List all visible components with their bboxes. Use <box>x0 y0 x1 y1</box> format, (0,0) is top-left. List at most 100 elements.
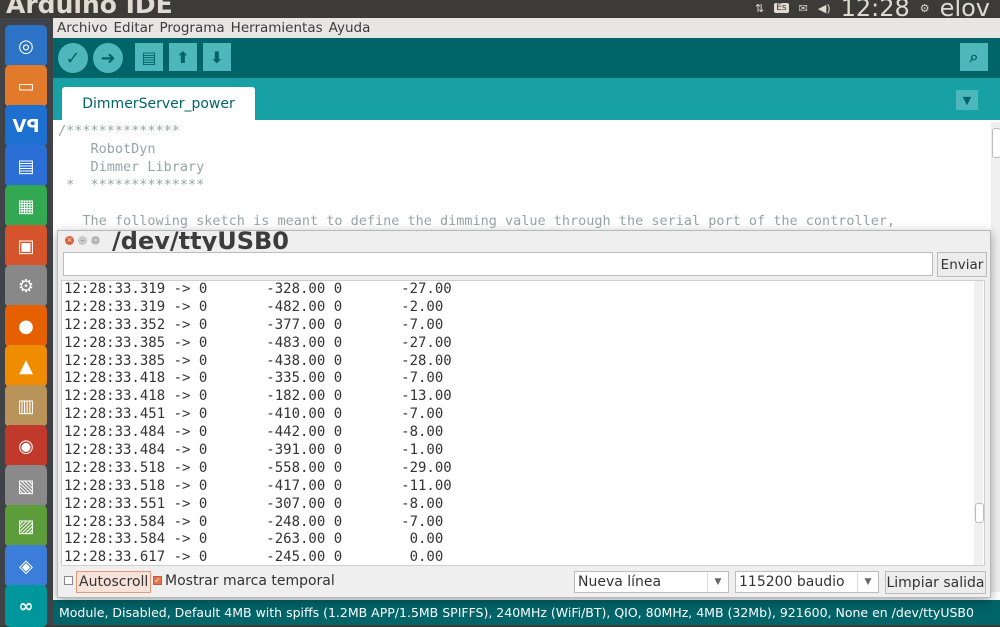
minimize-icon[interactable]: – <box>78 236 87 245</box>
serial-line: 12:28:33.385 -> 0 -438.00 0 -28.00 <box>64 352 452 369</box>
serial-line: 12:28:33.418 -> 0 -182.00 0 -13.00 <box>64 388 452 405</box>
serial-line: 12:28:33.484 -> 0 -442.00 0 -8.00 <box>64 424 444 441</box>
libreoffice-calc-icon[interactable]: ▦ <box>5 185 47 227</box>
mail-icon[interactable]: ✉ <box>799 2 808 15</box>
menu-bar: Archivo Editar Programa Herramientas Ayu… <box>53 18 1000 38</box>
tab-dimmerserver-power[interactable]: DimmerServer_power <box>62 87 255 120</box>
serial-output-lines: 12:28:33.319 -> 0 -328.00 0 -27.00 12:28:… <box>64 281 452 566</box>
menu-programa[interactable]: Programa <box>159 20 224 36</box>
serial-line: 12:28:33.584 -> 0 -248.00 0 -7.00 <box>64 513 444 530</box>
magnifier-icon: ⌕ <box>969 47 979 66</box>
serial-line: 12:28:33.518 -> 0 -558.00 0 -29.00 <box>64 459 452 476</box>
serial-monitor-titlebar[interactable]: × – □ /dev/ttyUSB0 <box>58 231 990 251</box>
serial-line: 12:28:33.418 -> 0 -335.00 0 -7.00 <box>64 370 444 387</box>
autoscroll-checkbox[interactable] <box>64 576 73 585</box>
maximize-icon[interactable]: □ <box>91 236 100 245</box>
editor-scrollbar-thumb[interactable] <box>992 128 1000 158</box>
serial-line: 12:28:33.551 -> 0 -307.00 0 -8.00 <box>64 495 444 512</box>
chevron-down-icon: ▼ <box>857 572 878 592</box>
tab-menu-button[interactable]: ▼ <box>956 90 978 110</box>
libreoffice-impress-icon[interactable]: ▣ <box>5 225 47 267</box>
files-icon[interactable]: ▭ <box>5 65 47 107</box>
close-icon[interactable]: × <box>65 236 74 245</box>
serial-input[interactable] <box>63 252 933 276</box>
serial-monitor-footer: Autoscroll ✓ Mostrar marca temporal Nuev… <box>58 568 990 596</box>
layers-app-icon[interactable]: ◈ <box>5 545 47 587</box>
tabs-bar: DimmerServer_power ▼ <box>53 78 1000 120</box>
serial-line: 12:28:33.617 -> 0 -245.00 0 0.00 <box>64 549 444 566</box>
arduino-icon[interactable]: ∞ <box>5 585 47 627</box>
code-line: /************** <box>58 123 180 139</box>
new-button[interactable]: ▤ <box>135 43 163 71</box>
serial-monitor-window: × – □ /dev/ttyUSB0 Enviar 12:28:33.319 -… <box>57 230 991 598</box>
archive-manager-icon[interactable]: ▥ <box>5 385 47 427</box>
volume-icon[interactable]: ◀) <box>818 2 831 15</box>
serial-scrollbar[interactable] <box>974 281 984 565</box>
clock[interactable]: 12:28 <box>841 0 910 18</box>
arrow-down-icon: ⬇ <box>210 47 224 67</box>
serial-output: 12:28:33.319 -> 0 -328.00 0 -27.00 12:28:… <box>61 280 985 566</box>
code-line: The following sketch is meant to define … <box>58 213 896 229</box>
launcher: ◎ ▭ Vꟼ ▤ ▦ ▣ ⚙ ● ▲ ▥ ◉ ▧ ▨ ◈ ∞ <box>0 18 53 627</box>
upload-button[interactable]: ➜ <box>93 43 123 73</box>
ubuntu-dash-icon[interactable]: ◎ <box>5 25 47 67</box>
serial-line: 12:28:33.584 -> 0 -263.00 0 0.00 <box>64 531 444 548</box>
clear-output-button[interactable]: Limpiar salida <box>885 571 986 594</box>
editor-scrollbar[interactable] <box>991 122 1000 592</box>
serial-line: 12:28:33.518 -> 0 -417.00 0 -11.00 <box>64 477 452 494</box>
timestamp-label[interactable]: Mostrar marca temporal <box>165 573 335 589</box>
arrow-right-icon: ➜ <box>100 47 116 69</box>
serial-monitor-button[interactable]: ⌕ <box>960 43 988 71</box>
menu-ayuda[interactable]: Ayuda <box>329 20 371 36</box>
photos-icon[interactable]: ▨ <box>5 505 47 547</box>
code-text[interactable]: /************** RobotDyn Dimmer Library … <box>58 122 895 230</box>
board-config-text: Module, Disabled, Default 4MB with spiff… <box>59 605 974 620</box>
chevron-down-icon: ▼ <box>707 572 728 592</box>
settings-gear-icon[interactable]: ⚙ <box>920 2 930 15</box>
line-ending-select[interactable]: Nueva línea ▼ <box>574 571 729 593</box>
arrow-up-icon: ⬆ <box>176 47 190 67</box>
code-line: Dimmer Library <box>58 159 205 175</box>
new-file-icon: ▤ <box>141 47 157 67</box>
serial-line: 12:28:33.451 -> 0 -410.00 0 -7.00 <box>64 406 444 423</box>
serial-line: 12:28:33.385 -> 0 -483.00 0 -27.00 <box>64 334 452 351</box>
open-button[interactable]: ⬆ <box>169 43 197 71</box>
timestamp-checkbox[interactable]: ✓ <box>153 576 162 585</box>
window-title: Arduino IDE <box>6 0 173 18</box>
verify-button[interactable]: ✓ <box>58 43 88 73</box>
menu-herramientas[interactable]: Herramientas <box>231 20 323 36</box>
menu-editar[interactable]: Editar <box>113 20 153 36</box>
serial-line: 12:28:33.484 -> 0 -391.00 0 -1.00 <box>64 442 444 459</box>
vlc-icon[interactable]: ▲ <box>5 345 47 387</box>
menu-archivo[interactable]: Archivo <box>57 20 107 36</box>
user-name[interactable]: elov <box>940 0 990 18</box>
vnc-viewer-icon[interactable]: Vꟼ <box>5 105 47 147</box>
baud-rate-value: 115200 baudio <box>739 574 845 590</box>
autoscroll-label-box[interactable]: Autoscroll <box>76 571 152 593</box>
system-tray: ⇅ Es ✉ ◀) 12:28 ⚙ elov <box>755 0 990 18</box>
system-settings-icon[interactable]: ⚙ <box>5 265 47 307</box>
serial-scrollbar-thumb[interactable] <box>975 503 984 523</box>
chevron-down-icon: ▼ <box>962 93 972 107</box>
libreoffice-writer-icon[interactable]: ▤ <box>5 145 47 187</box>
keyboard-layout-indicator[interactable]: Es <box>774 3 789 13</box>
disk-utility-icon[interactable]: ◉ <box>5 425 47 467</box>
serial-line: 12:28:33.319 -> 0 -482.00 0 -2.00 <box>64 298 444 315</box>
toolbar: ✓ ➜ ▤ ⬆ ⬇ ⌕ <box>53 38 1000 78</box>
baud-rate-select[interactable]: 115200 baudio ▼ <box>735 571 879 593</box>
autoscroll-label: Autoscroll <box>79 574 149 590</box>
firefox-icon[interactable]: ● <box>5 305 47 347</box>
serial-line: 12:28:33.352 -> 0 -377.00 0 -7.00 <box>64 316 444 333</box>
code-line: * ************** <box>58 177 205 193</box>
code-line: RobotDyn <box>58 141 156 157</box>
send-button[interactable]: Enviar <box>937 252 987 277</box>
status-bar: Module, Disabled, Default 4MB with spiff… <box>53 600 1000 625</box>
serial-monitor-title: /dev/ttyUSB0 <box>112 231 289 251</box>
image-editor-icon[interactable]: ▧ <box>5 465 47 507</box>
system-top-bar: Arduino IDE ⇅ Es ✉ ◀) 12:28 ⚙ elov <box>0 0 1000 18</box>
save-button[interactable]: ⬇ <box>203 43 231 71</box>
serial-line: 12:28:33.319 -> 0 -328.00 0 -27.00 <box>64 281 452 297</box>
checkmark-icon: ✓ <box>65 47 81 69</box>
network-icon[interactable]: ⇅ <box>755 2 764 15</box>
